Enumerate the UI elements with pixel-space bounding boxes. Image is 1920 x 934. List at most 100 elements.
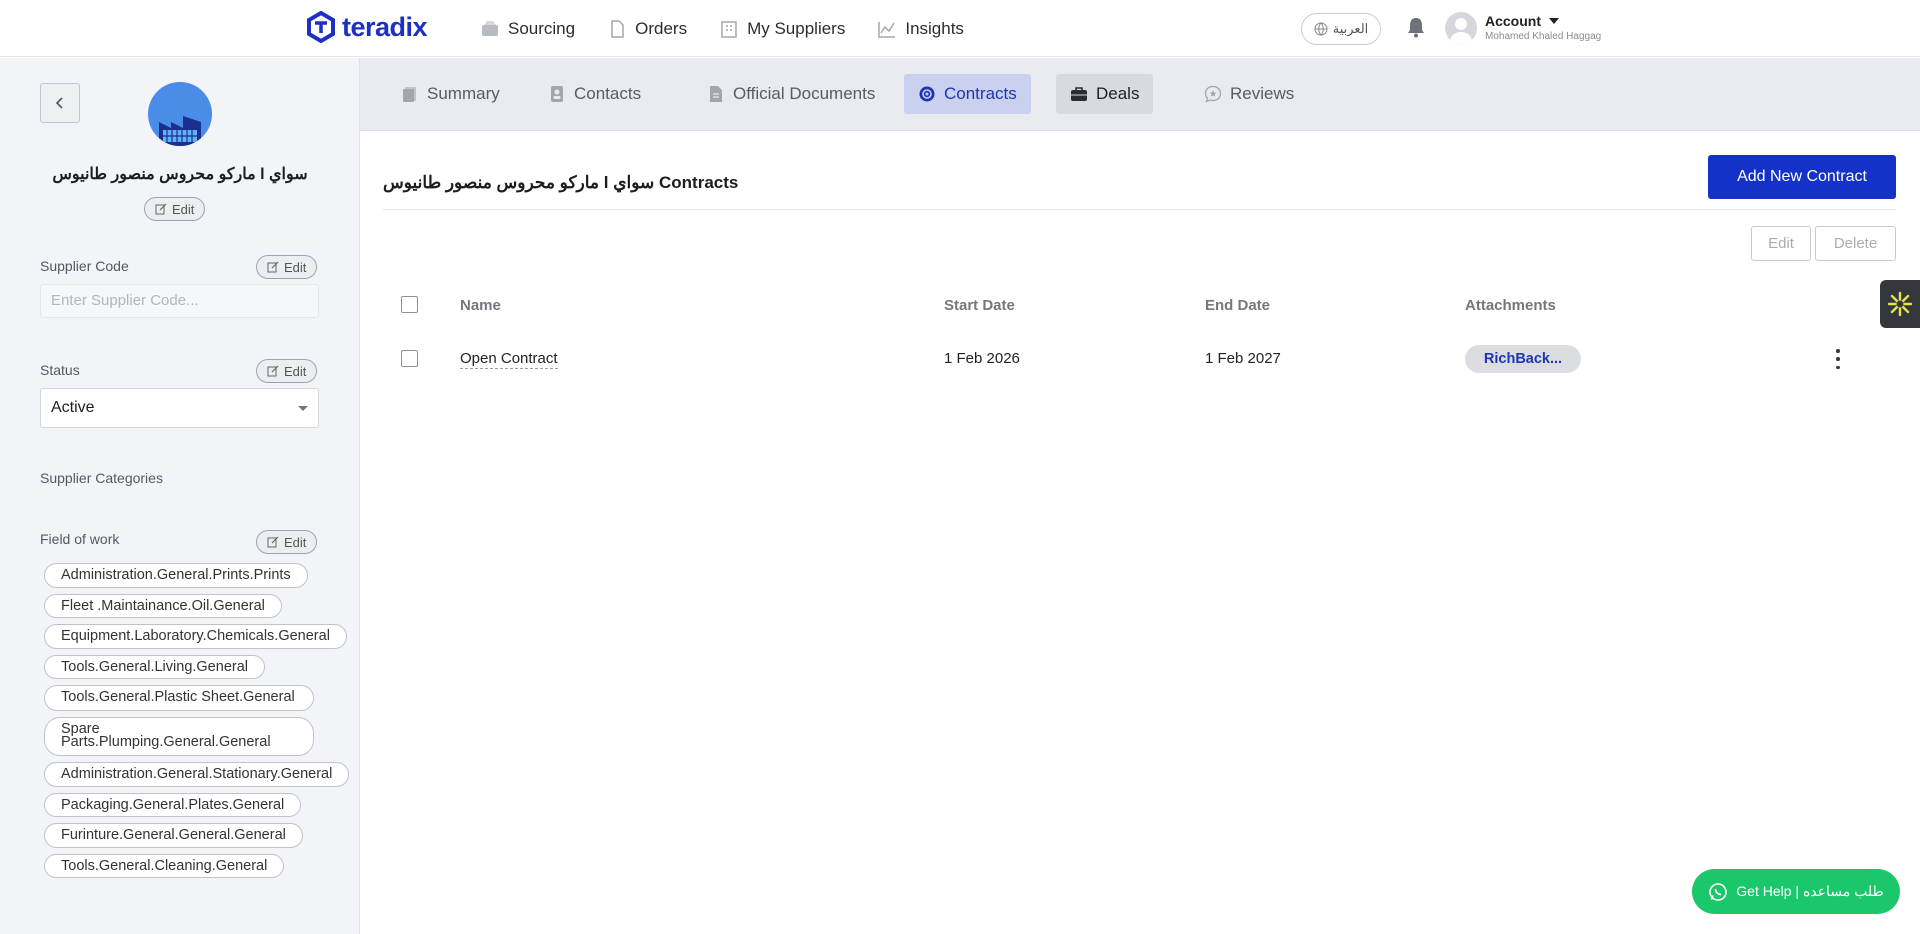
field-of-work-tag: Tools.General.Living.General — [44, 654, 265, 679]
teradix-logo[interactable]: teradix — [306, 11, 428, 43]
supplier-tabs: Summary Contacts Official Documents Cont… — [360, 58, 1920, 131]
nav-insights[interactable]: Insights — [877, 19, 964, 39]
main-nav: Sourcing Orders My Suppliers Insights — [480, 0, 964, 57]
nav-my-suppliers[interactable]: My Suppliers — [719, 19, 845, 39]
back-button[interactable] — [40, 83, 80, 123]
status-label: Status — [40, 362, 80, 378]
contact-icon — [551, 86, 563, 102]
row-checkbox[interactable] — [401, 350, 418, 367]
language-switch-button[interactable]: العربية — [1301, 13, 1381, 45]
tab-contacts-label: Contacts — [574, 84, 642, 103]
tab-summary[interactable]: Summary — [387, 74, 514, 114]
contract-start-date: 1 Feb 2026 — [944, 350, 1020, 367]
language-label: العربية — [1332, 21, 1369, 36]
add-new-contract-button[interactable]: Add New Contract — [1708, 155, 1896, 199]
accessibility-widget-button[interactable] — [1880, 280, 1920, 328]
nav-orders[interactable]: Orders — [607, 19, 687, 39]
contract-badge-icon — [919, 86, 935, 102]
edit-supplier-code-button[interactable]: Edit — [256, 255, 318, 279]
attachment-chip[interactable]: RichBack... — [1465, 345, 1581, 373]
field-of-work-tag: Equipment.Laboratory.Chemicals.General — [44, 624, 347, 649]
chart-line-icon — [878, 21, 896, 38]
supplier-sidebar: سواي l ماركو محروس منصور طانيوس Edit Sup… — [0, 58, 360, 934]
get-help-label: Get Help | طلب مساعده — [1736, 883, 1884, 899]
page-title-supplier: سواي l ماركو محروس منصور طانيوس — [383, 173, 655, 192]
review-icon — [1204, 85, 1222, 103]
edit-field-of-work-button[interactable]: Edit — [256, 530, 318, 554]
status-value: Active — [51, 399, 95, 416]
supplier-code-label: Supplier Code — [40, 258, 129, 274]
get-help-button[interactable]: Get Help | طلب مساعده — [1692, 869, 1900, 914]
nav-sourcing[interactable]: Sourcing — [480, 19, 575, 39]
chevron-left-icon — [55, 97, 63, 109]
tab-reviews[interactable]: Reviews — [1190, 74, 1308, 114]
chevron-down-icon — [1549, 18, 1559, 25]
page-title-suffix: Contracts — [659, 173, 739, 192]
field-of-work-tag: Tools.General.Cleaning.General — [44, 853, 285, 878]
column-header-attachments: Attachments — [1465, 297, 1556, 314]
top-navigation: teradix Sourcing Orders My Suppliers Ins… — [0, 0, 1920, 57]
teradix-logo-icon — [307, 11, 335, 43]
field-of-work-tag: Tools.General.Plastic Sheet.General — [44, 685, 314, 711]
tab-official-documents[interactable]: Official Documents — [693, 74, 889, 114]
edit-status-button[interactable]: Edit — [256, 359, 318, 383]
tab-deals-label: Deals — [1096, 84, 1140, 103]
whatsapp-icon — [1709, 882, 1728, 901]
edit-label: Edit — [284, 534, 307, 550]
brand-name: teradix — [342, 11, 428, 42]
user-avatar — [1445, 12, 1477, 44]
dropdown-arrow-icon — [298, 406, 308, 411]
account-menu[interactable]: Account Mohamed Khaled Haggag — [1445, 12, 1601, 44]
status-select[interactable]: Active — [40, 388, 319, 428]
divider — [383, 209, 1896, 210]
field-of-work-tag: Administration.General.Prints.Prints — [44, 563, 308, 588]
tab-contracts[interactable]: Contracts — [904, 74, 1031, 114]
building-icon — [721, 20, 737, 38]
field-of-work-tag: Spare Parts.Plumping.General.General — [44, 717, 314, 756]
page-title: سواي l ماركو محروس منصور طانيوس Contract… — [383, 173, 738, 193]
account-user-name: Mohamed Khaled Haggag — [1485, 31, 1602, 43]
document-icon — [710, 86, 722, 102]
edit-contract-button[interactable]: Edit — [1751, 226, 1811, 261]
tab-contacts[interactable]: Contacts — [534, 74, 655, 114]
row-actions-kebab-icon[interactable] — [1832, 349, 1844, 369]
supplier-code-input[interactable]: Enter Supplier Code... — [40, 284, 319, 318]
nav-orders-label: Orders — [635, 18, 688, 38]
contract-name-link[interactable]: Open Contract — [460, 350, 558, 369]
tab-reviews-label: Reviews — [1230, 84, 1295, 103]
nav-sourcing-label: Sourcing — [508, 18, 576, 38]
edit-supplier-name-button[interactable]: Edit — [144, 197, 206, 221]
tab-official-documents-label: Official Documents — [733, 84, 876, 103]
field-of-work-list: Administration.General.Prints.Prints Fle… — [44, 563, 359, 878]
supplier-categories-label: Supplier Categories — [40, 470, 163, 486]
contract-name: Open Contract — [460, 350, 558, 369]
field-of-work-tag: Packaging.General.Plates.General — [44, 792, 302, 817]
edit-icon — [267, 536, 279, 548]
account-label: Account — [1485, 12, 1541, 29]
delete-contract-button[interactable]: Delete — [1815, 226, 1896, 261]
briefcase-icon — [1071, 87, 1087, 101]
bell-icon[interactable] — [1404, 15, 1428, 39]
contract-end-date: 1 Feb 2027 — [1205, 350, 1281, 367]
summary-icon — [403, 87, 416, 102]
edit-icon — [267, 365, 279, 377]
field-of-work-label: Field of work — [40, 531, 120, 547]
column-header-start-date: Start Date — [944, 297, 1015, 314]
globe-icon — [1314, 22, 1328, 36]
select-all-checkbox[interactable] — [401, 296, 418, 313]
tab-contracts-label: Contracts — [944, 84, 1017, 103]
edit-label: Edit — [284, 259, 307, 275]
nav-insights-label: Insights — [905, 18, 964, 38]
supplier-name: سواي l ماركو محروس منصور طانيوس — [52, 166, 308, 183]
nav-my-suppliers-label: My Suppliers — [747, 18, 846, 38]
edit-icon — [267, 261, 279, 273]
tab-deals[interactable]: Deals — [1056, 74, 1154, 114]
tab-summary-label: Summary — [427, 84, 500, 103]
document-icon — [611, 19, 624, 38]
supplier-avatar — [148, 82, 212, 146]
field-of-work-tag: Administration.General.Stationary.Genera… — [44, 762, 350, 787]
edit-icon — [155, 203, 167, 215]
box-icon — [482, 20, 498, 36]
factory-icon — [159, 116, 201, 146]
column-header-end-date: End Date — [1205, 297, 1271, 314]
